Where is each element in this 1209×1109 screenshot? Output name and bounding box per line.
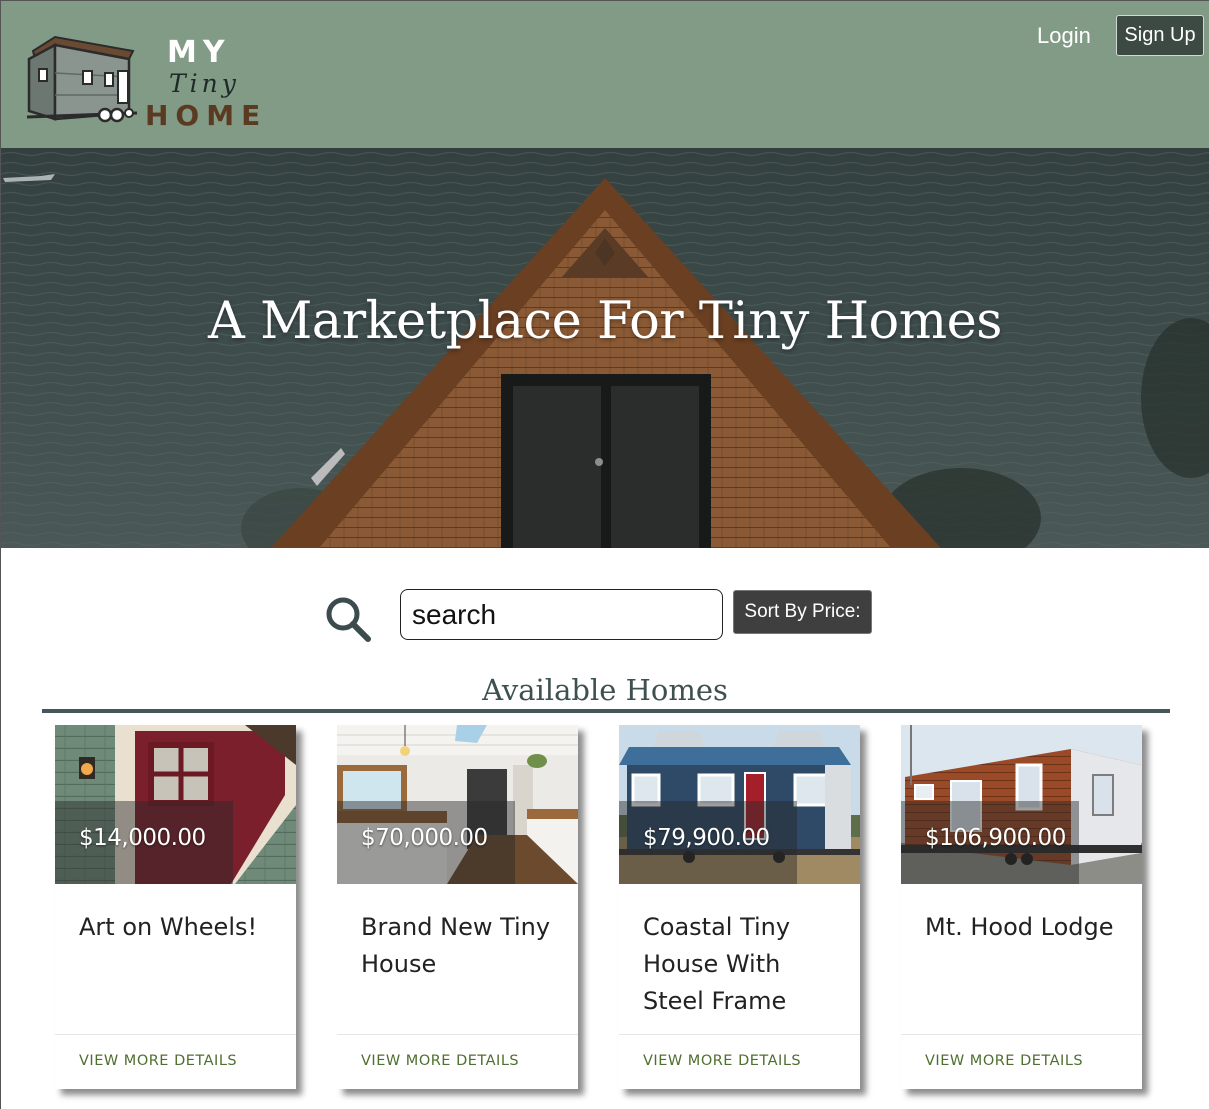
listing-card[interactable]: $14,000.00 Art on Wheels! VIEW MORE DETA… [55, 725, 296, 1089]
hero-banner: A Marketplace For Tiny Homes [1, 148, 1209, 548]
listing-price: $70,000.00 [361, 825, 488, 851]
listing-price: $106,900.00 [925, 825, 1066, 851]
site-logo[interactable]: MY Tiny HOME [25, 33, 260, 133]
hero-title: A Marketplace For Tiny Homes [208, 292, 1002, 351]
sort-by-price-button[interactable]: Sort By Price: [733, 590, 872, 634]
listing-photo[interactable]: $79,900.00 [619, 725, 860, 884]
listing-title: Mt. Hood Lodge [925, 913, 1114, 941]
site-header: MY Tiny HOME Login Sign Up [1, 1, 1209, 148]
card-divider [337, 1034, 578, 1035]
listing-title: Brand New Tiny House [361, 913, 551, 978]
listing-card[interactable]: $70,000.00 Brand New Tiny House VIEW MOR… [337, 725, 578, 1089]
login-link[interactable]: Login [1037, 23, 1091, 49]
magnifier-icon[interactable] [323, 594, 373, 644]
card-divider [619, 1034, 860, 1035]
listing-card[interactable]: $106,900.00 Mt. Hood Lodge VIEW MORE DET… [901, 725, 1142, 1089]
listing-price: $79,900.00 [643, 825, 770, 851]
section-divider [42, 709, 1170, 713]
logo-text-tiny: Tiny [169, 69, 240, 98]
signup-button[interactable]: Sign Up [1116, 15, 1204, 56]
listing-photo[interactable]: $70,000.00 [337, 725, 578, 884]
card-divider [901, 1034, 1142, 1035]
listing-title: Art on Wheels! [79, 913, 258, 941]
listing-photo[interactable]: $14,000.00 [55, 725, 296, 884]
logo-text-my: MY [167, 35, 231, 70]
view-more-details-link[interactable]: VIEW MORE DETAILS [925, 1053, 1083, 1069]
view-more-details-link[interactable]: VIEW MORE DETAILS [361, 1053, 519, 1069]
search-input[interactable] [400, 589, 723, 640]
tiny-house-logo-icon [26, 35, 138, 123]
listing-title: Coastal Tiny House With Steel Frame [643, 913, 791, 1015]
listing-price: $14,000.00 [79, 825, 206, 851]
available-homes-heading: Available Homes [482, 673, 728, 707]
view-more-details-link[interactable]: VIEW MORE DETAILS [79, 1053, 237, 1069]
listing-card[interactable]: $79,900.00 Coastal Tiny House With Steel… [619, 725, 860, 1089]
card-divider [55, 1034, 296, 1035]
view-more-details-link[interactable]: VIEW MORE DETAILS [643, 1053, 801, 1069]
logo-text-home: HOME [145, 99, 268, 132]
listing-photo[interactable]: $106,900.00 [901, 725, 1142, 884]
